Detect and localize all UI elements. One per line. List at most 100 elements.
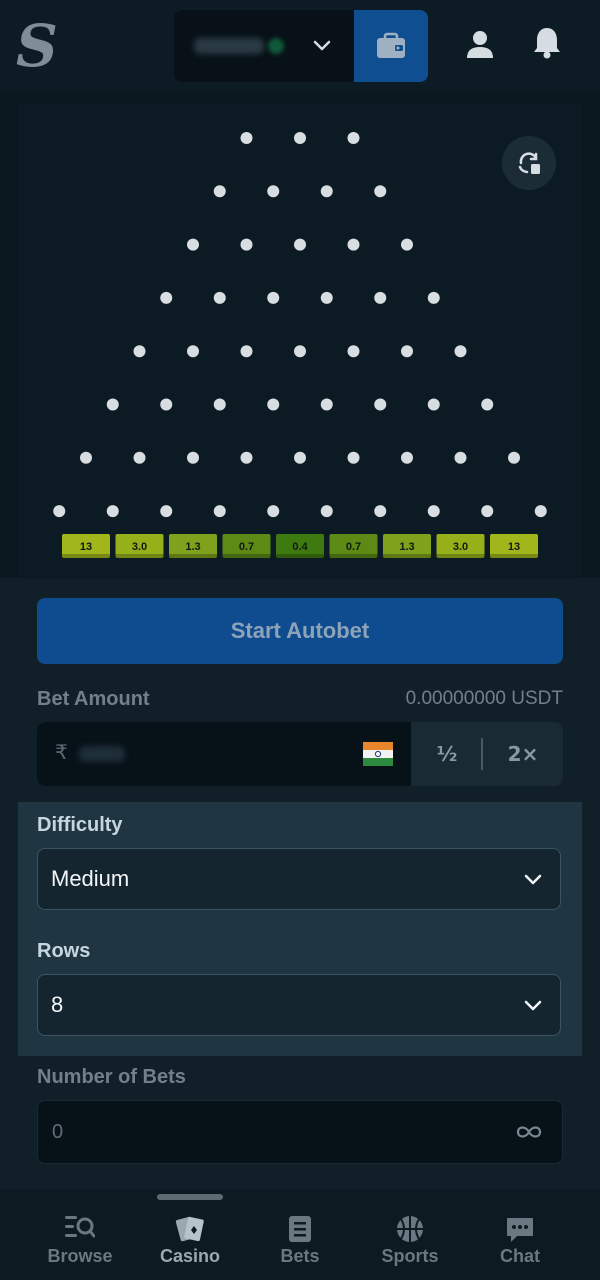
nav-browse[interactable]: Browse: [25, 1190, 135, 1280]
peg: [427, 505, 440, 518]
peg: [508, 451, 520, 464]
bets-slip-icon: [289, 1216, 311, 1242]
difficulty-select[interactable]: Medium: [37, 848, 561, 910]
peg: [187, 238, 199, 251]
chevron-down-icon: [524, 1000, 542, 1011]
bet-amount-hidden: [79, 746, 125, 762]
multiplier-label: 1.3: [399, 541, 414, 553]
multiplier-label: 3.0: [453, 541, 468, 553]
wallet-button[interactable]: [354, 10, 428, 82]
rows-select[interactable]: 8: [37, 974, 561, 1036]
multiplier-label: 3.0: [132, 541, 147, 553]
refresh-button[interactable]: [502, 136, 556, 190]
rupee-icon: ₹: [55, 740, 68, 764]
multiplier-slot-shadow: [329, 554, 378, 558]
number-of-bets-label: Number of Bets: [37, 1066, 186, 1088]
half-button[interactable]: ½: [411, 722, 483, 786]
peg: [213, 505, 226, 518]
nav-sports[interactable]: Sports: [355, 1190, 465, 1280]
multiplier-label: 0.7: [239, 541, 254, 553]
peg: [347, 345, 360, 358]
peg: [133, 345, 146, 358]
bet-amount-input[interactable]: ₹: [37, 722, 411, 786]
peg: [401, 451, 413, 464]
difficulty-rows-section: Difficulty Medium Rows 8: [18, 802, 582, 1056]
peg: [347, 451, 360, 464]
peg: [481, 505, 494, 518]
multiplier-slot-shadow: [62, 554, 110, 558]
peg: [160, 505, 173, 518]
bet-amount-value: 0.00000000 USDT: [405, 688, 563, 709]
multiplier-slot-shadow: [222, 554, 271, 558]
nav-label: Chat: [500, 1246, 540, 1266]
multiplier-slot-shadow: [115, 554, 164, 558]
peg: [133, 451, 146, 464]
peg: [454, 451, 467, 464]
peg: [213, 185, 226, 198]
multiplier-slot-shadow: [383, 554, 431, 558]
start-autobet-button[interactable]: Start Autobet: [37, 598, 563, 664]
basketball-icon: [397, 1216, 423, 1242]
infinity-icon[interactable]: [514, 1123, 544, 1141]
balance-selector[interactable]: [174, 10, 354, 82]
chevron-down-icon[interactable]: [312, 36, 332, 56]
multiplier-slot-shadow: [490, 554, 538, 558]
multiplier-slot: 3.0: [115, 534, 164, 558]
plinko-board: 13 3.0 1.3 0.7 0.4 0.7 1.3 3.0 13: [18, 104, 582, 578]
peg: [53, 505, 66, 518]
multiplier-slot: 3.0: [436, 534, 485, 558]
peg: [240, 451, 253, 464]
peg: [294, 132, 306, 144]
peg: [267, 398, 280, 411]
peg: [267, 185, 280, 198]
bell-icon[interactable]: [532, 26, 562, 60]
wallet-icon: [377, 32, 405, 58]
number-of-bets-input[interactable]: 0: [37, 1100, 563, 1164]
nav-label: Bets: [280, 1246, 320, 1266]
currency-icon: [268, 38, 284, 54]
peg: [320, 398, 333, 411]
bottom-navigation: Browse Casino Bets Sports Chat: [0, 1190, 600, 1280]
peg-field: 13 3.0 1.3 0.7 0.4 0.7 1.3 3.0 13: [53, 132, 547, 558]
difficulty-value: Medium: [51, 866, 130, 891]
nav-casino[interactable]: Casino: [135, 1190, 245, 1280]
multiplier-slot: 0.7: [329, 534, 378, 558]
multiplier-slot-shadow: [276, 554, 324, 558]
multiplier-slot: 0.7: [222, 534, 271, 558]
peg: [374, 505, 387, 518]
chat-icon: [507, 1218, 533, 1242]
peg: [240, 345, 253, 358]
user-icon[interactable]: [464, 28, 496, 60]
double-button[interactable]: 2×: [483, 722, 563, 786]
logo[interactable]: S: [16, 14, 60, 78]
nav-label: Browse: [47, 1246, 113, 1266]
nav-bets[interactable]: Bets: [245, 1190, 355, 1280]
peg: [213, 398, 226, 411]
multiplier-label: 0.4: [292, 541, 308, 553]
multiplier-slot: 0.4: [276, 534, 324, 558]
peg: [534, 505, 547, 518]
peg: [481, 398, 494, 411]
peg: [347, 132, 360, 144]
peg: [294, 451, 306, 464]
nav-label: Casino: [159, 1246, 220, 1266]
peg: [401, 345, 413, 358]
peg: [187, 345, 199, 358]
peg: [294, 345, 306, 358]
peg: [267, 291, 280, 304]
rows-value: 8: [51, 992, 64, 1017]
multiplier-slot: 1.3: [169, 534, 217, 558]
nav-chat[interactable]: Chat: [465, 1190, 575, 1280]
peg: [80, 451, 92, 464]
peg: [160, 398, 173, 411]
peg: [267, 505, 280, 518]
multiplier-slot: 13: [62, 534, 110, 558]
peg: [160, 291, 173, 304]
multiplier-label: 1.3: [185, 541, 200, 553]
difficulty-label: Difficulty: [37, 814, 123, 836]
peg: [427, 291, 440, 304]
peg: [106, 505, 119, 518]
browse-icon: [65, 1216, 95, 1238]
peg: [240, 132, 253, 144]
peg: [401, 238, 413, 251]
